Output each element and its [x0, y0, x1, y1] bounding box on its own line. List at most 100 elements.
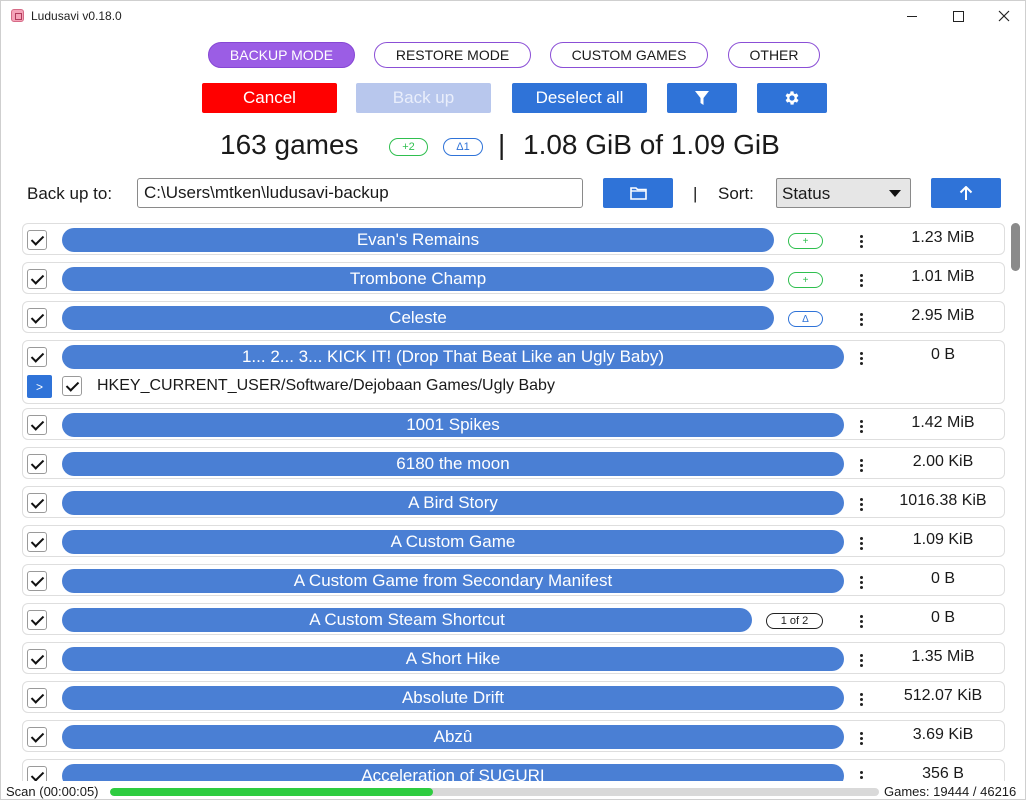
game-row: A Custom Steam Shortcut 1 of 2 0 B — [22, 603, 1005, 635]
game-size: 1.42 MiB — [911, 414, 975, 431]
games-progress-count: Games: 19444 / 46216 — [884, 784, 1017, 799]
app-window: Ludusavi v0.18.0 BACKUP MODE RESTORE MOD… — [0, 0, 1026, 800]
tab-custom-games[interactable]: CUSTOM GAMES — [550, 42, 708, 68]
sort-direction-button[interactable] — [931, 178, 1001, 208]
game-name-button[interactable]: A Short Hike — [62, 647, 844, 671]
scrollbar-thumb[interactable] — [1011, 223, 1020, 271]
expand-entry-button[interactable]: > — [27, 375, 52, 398]
game-checkbox[interactable] — [27, 415, 47, 435]
new-games-badge: +2 — [389, 138, 428, 156]
close-button[interactable] — [981, 1, 1025, 31]
filter-icon — [695, 90, 709, 105]
cancel-button[interactable]: Cancel — [202, 83, 337, 113]
game-checkbox[interactable] — [27, 454, 47, 474]
more-options-icon[interactable] — [851, 573, 871, 591]
list-scrollbar[interactable] — [1011, 223, 1021, 781]
tab-restore-mode[interactable]: RESTORE MODE — [374, 42, 531, 68]
game-name-button[interactable]: Acceleration of SUGURI — [62, 764, 844, 781]
more-options-icon[interactable] — [851, 534, 871, 552]
game-status-badge: + — [788, 233, 823, 249]
more-options-icon[interactable] — [851, 349, 871, 367]
summary-separator: | — [498, 129, 506, 160]
game-name-button[interactable]: A Custom Game from Secondary Manifest — [62, 569, 844, 593]
game-checkbox[interactable] — [27, 347, 47, 367]
game-size: 1.23 MiB — [911, 229, 975, 246]
game-size: 1.09 KiB — [912, 531, 974, 548]
minimize-button[interactable] — [889, 1, 935, 31]
game-status-badge: 1 of 2 — [766, 613, 823, 629]
game-name-button[interactable]: A Bird Story — [62, 491, 844, 515]
game-checkbox[interactable] — [27, 308, 47, 328]
game-checkbox[interactable] — [27, 649, 47, 669]
game-name-button[interactable]: Celeste — [62, 306, 774, 330]
summary-bar: 163 games +2 Δ1 | 1.08 GiB of 1.09 GiB — [1, 129, 1025, 165]
game-status-badge: Δ — [788, 311, 823, 327]
target-separator: | — [693, 184, 698, 203]
status-bar: Scan (00:00:05) Games: 19444 / 46216 — [1, 783, 1025, 799]
tab-other[interactable]: OTHER — [728, 42, 820, 68]
more-options-icon[interactable] — [851, 690, 871, 708]
game-name-button[interactable]: Abzû — [62, 725, 844, 749]
changed-games-badge: Δ1 — [443, 138, 483, 156]
more-options-icon[interactable] — [851, 495, 871, 513]
folder-icon — [629, 187, 647, 200]
game-checkbox[interactable] — [27, 571, 47, 591]
more-options-icon[interactable] — [851, 768, 871, 781]
game-name-button[interactable]: 6180 the moon — [62, 452, 844, 476]
game-name-button[interactable]: A Custom Steam Shortcut — [62, 608, 752, 632]
window-title: Ludusavi v0.18.0 — [31, 9, 122, 23]
more-options-icon[interactable] — [851, 417, 871, 435]
game-checkbox[interactable] — [27, 532, 47, 552]
more-options-icon[interactable] — [851, 456, 871, 474]
game-size: 0 B — [930, 346, 955, 363]
game-size: 356 B — [922, 765, 964, 781]
scan-progress-fill — [110, 788, 433, 796]
game-size: 0 B — [930, 609, 955, 626]
game-row: Abzû 3.69 KiB — [22, 720, 1005, 752]
game-checkbox[interactable] — [27, 727, 47, 747]
filter-button[interactable] — [667, 83, 737, 113]
entry-checkbox[interactable] — [62, 376, 82, 396]
game-name-button[interactable]: A Custom Game — [62, 530, 844, 554]
game-checkbox[interactable] — [27, 230, 47, 250]
game-row: A Bird Story 1016.38 KiB — [22, 486, 1005, 518]
game-checkbox[interactable] — [27, 610, 47, 630]
game-row: Celeste Δ 2.95 MiB — [22, 301, 1005, 333]
game-checkbox[interactable] — [27, 688, 47, 708]
game-name-button[interactable]: Trombone Champ — [62, 267, 774, 291]
backup-button[interactable]: Back up — [356, 83, 491, 113]
browse-folder-button[interactable] — [603, 178, 673, 208]
more-options-icon[interactable] — [851, 612, 871, 630]
game-name-button[interactable]: Absolute Drift — [62, 686, 844, 710]
game-checkbox[interactable] — [27, 493, 47, 513]
settings-button[interactable] — [757, 83, 827, 113]
game-name-button[interactable]: 1001 Spikes — [62, 413, 844, 437]
app-icon — [11, 9, 24, 22]
game-name-button[interactable]: 1... 2... 3... KICK IT! (Drop That Beat … — [62, 345, 844, 369]
game-size: 1.01 MiB — [911, 268, 975, 285]
deselect-all-button[interactable]: Deselect all — [512, 83, 647, 113]
game-list: Evan's Remains +1.23 MiB Trombone Champ +1.… — [1, 223, 1011, 781]
total-size: 1.08 GiB of 1.09 GiB — [523, 129, 780, 160]
game-checkbox[interactable] — [27, 766, 47, 781]
backup-path-input[interactable] — [137, 178, 583, 208]
game-size: 1.35 MiB — [911, 648, 975, 665]
maximize-button[interactable] — [935, 1, 981, 31]
more-options-icon[interactable] — [851, 271, 871, 289]
game-size: 3.69 KiB — [912, 726, 974, 743]
tab-backup-mode[interactable]: BACKUP MODE — [208, 42, 355, 68]
more-options-icon[interactable] — [851, 651, 871, 669]
game-row: A Custom Game 1.09 KiB — [22, 525, 1005, 557]
more-options-icon[interactable] — [851, 729, 871, 747]
registry-path: HKEY_CURRENT_USER/Software/Dejobaan Game… — [97, 377, 555, 394]
more-options-icon[interactable] — [851, 232, 871, 250]
game-name-button[interactable]: Evan's Remains — [62, 228, 774, 252]
sort-dropdown[interactable]: Status — [776, 178, 911, 208]
sort-value: Status — [782, 184, 831, 203]
arrow-up-icon — [959, 185, 973, 200]
game-checkbox[interactable] — [27, 269, 47, 289]
maximize-icon — [952, 10, 964, 22]
game-size: 1016.38 KiB — [899, 492, 987, 509]
game-row: 1001 Spikes 1.42 MiB — [22, 408, 1005, 440]
more-options-icon[interactable] — [851, 310, 871, 328]
